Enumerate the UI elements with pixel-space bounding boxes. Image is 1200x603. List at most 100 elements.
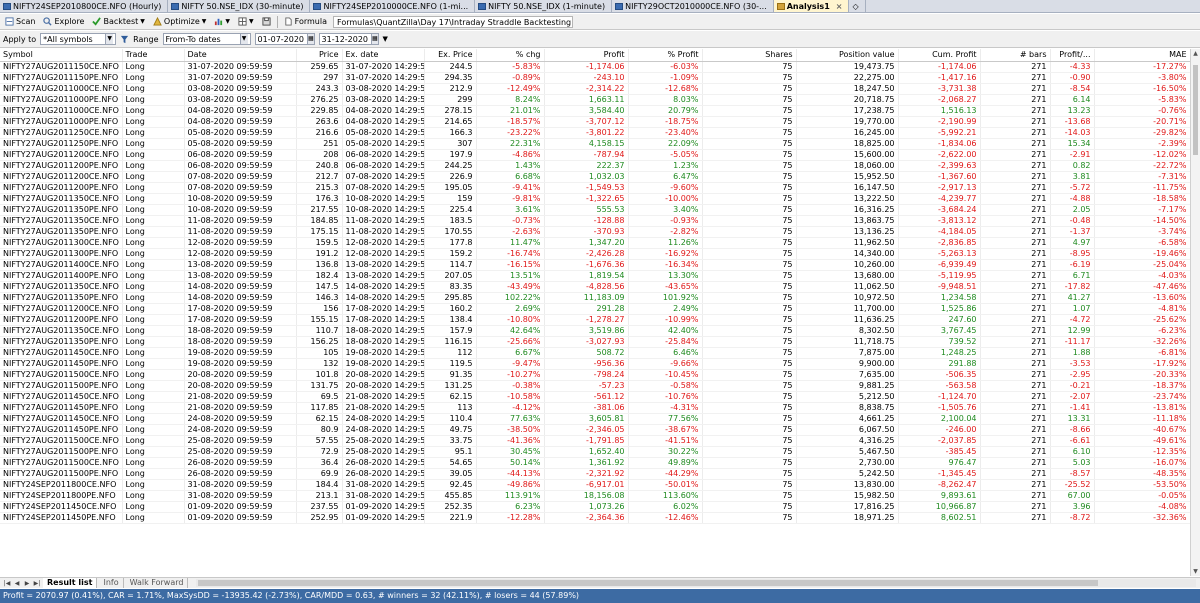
table-cell: 75 <box>702 61 797 73</box>
table-row[interactable]: NIFTY27AUG2011500PE.NFO Long 20-08-2020 09… <box>0 380 1190 392</box>
apply-to-select[interactable]: *All symbols ▼ <box>40 33 117 45</box>
table-row[interactable]: NIFTY27AUG2011500CE.NFO Long 26-08-2020 09… <box>0 457 1190 469</box>
document-tab[interactable]: Analysis1 × <box>773 0 850 12</box>
table-row[interactable]: NIFTY24SEP2011800PE.NFO Long 31-08-2020 09… <box>0 490 1190 502</box>
save-results-button[interactable] <box>260 15 273 29</box>
table-row[interactable]: NIFTY27AUG2011400CE.NFO Long 13-08-2020 09… <box>0 259 1190 271</box>
table-row[interactable]: NIFTY27AUG2011300CE.NFO Long 12-08-2020 09… <box>0 237 1190 249</box>
table-row[interactable]: NIFTY27AUG2011450PE.NFO Long 24-08-2020 09… <box>0 424 1190 436</box>
table-row[interactable]: NIFTY27AUG2011450CE.NFO Long 19-08-2020 09… <box>0 347 1190 359</box>
document-tab[interactable]: NIFTY24SEP2010800CE.NFO (Hourly) <box>0 0 169 12</box>
table-row[interactable]: NIFTY27AUG2011300PE.NFO Long 12-08-2020 09… <box>0 248 1190 260</box>
table-row[interactable]: NIFTY27AUG2011200CE.NFO Long 17-08-2020 09… <box>0 303 1190 315</box>
explore-button[interactable]: Explore <box>41 15 86 29</box>
table-row[interactable]: NIFTY27AUG2011350PE.NFO Long 18-08-2020 09… <box>0 336 1190 348</box>
table-row[interactable]: NIFTY27AUG2011200PE.NFO Long 07-08-2020 09… <box>0 182 1190 194</box>
table-row[interactable]: NIFTY27AUG2011350CE.NFO Long 10-08-2020 09… <box>0 193 1190 205</box>
table-row[interactable]: NIFTY27AUG2011150CE.NFO Long 31-07-2020 09… <box>0 61 1190 73</box>
column-header[interactable]: Profit <box>544 49 629 62</box>
table-row[interactable]: NIFTY27AUG2011350PE.NFO Long 10-08-2020 09… <box>0 204 1190 216</box>
table-row[interactable]: NIFTY27AUG2011200CE.NFO Long 06-08-2020 09… <box>0 149 1190 161</box>
column-header[interactable]: % Profit <box>628 49 703 62</box>
column-header[interactable]: Profit/... <box>1050 49 1095 62</box>
table-row[interactable]: NIFTY24SEP2011450CE.NFO Long 01-09-2020 09… <box>0 501 1190 513</box>
report-dropdown-icon[interactable]: ▼ <box>225 18 230 25</box>
from-date-calendar-icon[interactable]: ▦ <box>307 34 314 44</box>
table-row[interactable]: NIFTY27AUG2011150PE.NFO Long 31-07-2020 09… <box>0 72 1190 84</box>
table-row[interactable]: NIFTY27AUG2011500PE.NFO Long 25-08-2020 09… <box>0 446 1190 458</box>
table-row[interactable]: NIFTY27AUG2011000CE.NFO Long 04-08-2020 09… <box>0 105 1190 117</box>
column-header[interactable]: MAE <box>1094 49 1190 62</box>
prev-tab-icon[interactable]: ◀ <box>13 579 21 588</box>
column-header[interactable]: Position value <box>796 49 899 62</box>
table-row[interactable]: NIFTY27AUG2011400PE.NFO Long 13-08-2020 09… <box>0 270 1190 282</box>
table-row[interactable]: NIFTY27AUG2011350CE.NFO Long 11-08-2020 09… <box>0 215 1190 227</box>
table-row[interactable]: NIFTY27AUG2011000CE.NFO Long 03-08-2020 09… <box>0 83 1190 95</box>
column-header[interactable]: Cum. Profit <box>898 49 981 62</box>
first-tab-icon[interactable]: |◀ <box>3 579 11 588</box>
column-header[interactable]: Shares <box>702 49 797 62</box>
filter-more-icon[interactable]: ▼ <box>383 35 388 43</box>
table-row[interactable]: NIFTY27AUG2011450PE.NFO Long 21-08-2020 09… <box>0 402 1190 414</box>
filter-funnel-icon[interactable] <box>120 35 129 44</box>
document-tab[interactable]: NIFTY 50.NSE_IDX (1-minute) <box>475 0 613 12</box>
table-row[interactable]: NIFTY27AUG2011250CE.NFO Long 05-08-2020 09… <box>0 127 1190 139</box>
optimize-dropdown-icon[interactable]: ▼ <box>202 18 207 25</box>
table-row[interactable]: NIFTY27AUG2011450PE.NFO Long 19-08-2020 09… <box>0 358 1190 370</box>
document-tab[interactable]: NIFTY 50.NSE_IDX (30-minute) <box>168 0 311 12</box>
settings-button[interactable]: ▼ <box>236 15 256 29</box>
table-row[interactable]: NIFTY27AUG2011250PE.NFO Long 05-08-2020 09… <box>0 138 1190 150</box>
tab-result-list[interactable]: Result list <box>43 578 98 588</box>
scrollbar-thumb[interactable] <box>1193 65 1198 155</box>
settings-dropdown-icon[interactable]: ▼ <box>249 18 254 25</box>
last-tab-icon[interactable]: ▶| <box>33 579 41 588</box>
hscroll-thumb[interactable] <box>198 580 1099 586</box>
table-row[interactable]: NIFTY24SEP2011800CE.NFO Long 31-08-2020 09… <box>0 479 1190 491</box>
document-tab[interactable]: NIFTY29OCT2010000CE.NFO (30-... <box>612 0 774 12</box>
to-date-field[interactable]: 31-12-2020 ▦ <box>318 33 379 45</box>
tab-info[interactable]: Info <box>99 578 124 588</box>
close-tab-icon[interactable]: × <box>836 0 843 12</box>
table-row[interactable]: NIFTY27AUG2011500PE.NFO Long 26-08-2020 09… <box>0 468 1190 480</box>
scroll-up-icon[interactable]: ▲ <box>1191 49 1200 58</box>
table-row[interactable]: NIFTY24SEP2011450PE.NFO Long 01-09-2020 09… <box>0 512 1190 524</box>
table-row[interactable]: NIFTY27AUG2011450CE.NFO Long 21-08-2020 09… <box>0 391 1190 403</box>
table-row[interactable]: NIFTY27AUG2011350CE.NFO Long 14-08-2020 09… <box>0 281 1190 293</box>
column-header[interactable]: Symbol <box>0 49 123 62</box>
table-row[interactable]: NIFTY27AUG2011350PE.NFO Long 14-08-2020 09… <box>0 292 1190 304</box>
table-row[interactable]: NIFTY27AUG2011450CE.NFO Long 24-08-2020 09… <box>0 413 1190 425</box>
scan-button[interactable]: Scan <box>3 15 37 29</box>
table-row[interactable]: NIFTY27AUG2011200PE.NFO Long 17-08-2020 09… <box>0 314 1190 326</box>
formula-path-field[interactable]: Formulas\QuantZilla\Day 17\Intraday Stra… <box>333 15 574 28</box>
range-select[interactable]: From-To dates ▼ <box>162 33 251 45</box>
column-header[interactable]: Price <box>296 49 343 62</box>
table-row[interactable]: NIFTY27AUG2011350CE.NFO Long 18-08-2020 09… <box>0 325 1190 337</box>
backtest-dropdown-icon[interactable]: ▼ <box>140 18 145 25</box>
column-header[interactable]: Date <box>184 49 297 62</box>
scroll-down-icon[interactable]: ▼ <box>1191 567 1200 576</box>
table-row[interactable]: NIFTY27AUG2011350PE.NFO Long 11-08-2020 09… <box>0 226 1190 238</box>
new-tab-button[interactable]: ◇ <box>849 0 866 12</box>
table-row[interactable]: NIFTY27AUG2011200CE.NFO Long 07-08-2020 09… <box>0 171 1190 183</box>
table-row[interactable]: NIFTY27AUG2011000PE.NFO Long 04-08-2020 09… <box>0 116 1190 128</box>
column-header[interactable]: Ex. date <box>342 49 425 62</box>
to-date-calendar-icon[interactable]: ▦ <box>371 34 378 44</box>
column-header[interactable]: Ex. Price <box>424 49 477 62</box>
from-date-field[interactable]: 01-07-2020 ▦ <box>254 33 315 45</box>
horizontal-scrollbar[interactable] <box>196 579 1196 587</box>
formula-button[interactable]: Formula <box>282 15 329 29</box>
optimize-button[interactable]: Optimize ▼ <box>151 15 209 29</box>
tab-walk-forward[interactable]: Walk Forward <box>126 578 189 588</box>
table-row[interactable]: NIFTY27AUG2011000PE.NFO Long 03-08-2020 09… <box>0 94 1190 106</box>
column-header[interactable]: % chg <box>476 49 545 62</box>
next-tab-icon[interactable]: ▶ <box>23 579 31 588</box>
column-header[interactable]: # bars <box>980 49 1051 62</box>
backtest-button[interactable]: Backtest ▼ <box>90 15 146 29</box>
table-row[interactable]: NIFTY27AUG2011200PE.NFO Long 06-08-2020 09… <box>0 160 1190 172</box>
document-tab[interactable]: NIFTY24SEP2010000CE.NFO (1-mi... <box>310 0 476 12</box>
report-chart-button[interactable]: ▼ <box>212 15 232 29</box>
table-row[interactable]: NIFTY27AUG2011500CE.NFO Long 20-08-2020 09… <box>0 369 1190 381</box>
vertical-scrollbar[interactable]: ▲ ▼ <box>1190 49 1200 576</box>
table-row[interactable]: NIFTY27AUG2011500CE.NFO Long 25-08-2020 09… <box>0 435 1190 447</box>
column-header[interactable]: Trade <box>122 49 185 62</box>
